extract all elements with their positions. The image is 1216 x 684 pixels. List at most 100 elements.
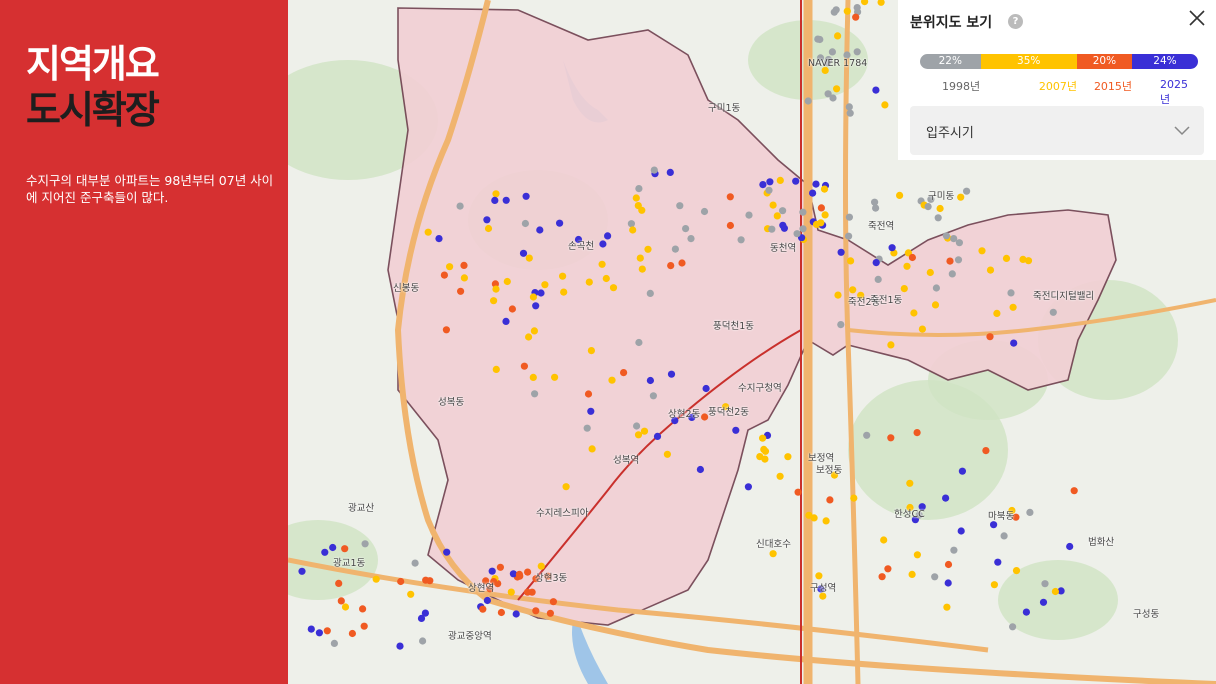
place-label: 상현2동 <box>668 409 701 420</box>
apartment-marker <box>503 277 511 286</box>
apartment-marker <box>537 289 545 297</box>
apartment-marker <box>830 8 838 16</box>
apartment-marker <box>958 467 967 475</box>
apartment-marker <box>456 202 464 210</box>
place-label: 손곡천 <box>568 241 595 252</box>
apartment-marker <box>521 219 529 228</box>
place-label: 수지레스피아 <box>536 508 589 519</box>
apartment-marker <box>424 228 432 236</box>
apartment-marker <box>549 598 557 606</box>
apartment-marker <box>435 235 443 243</box>
apartment-marker <box>955 239 964 247</box>
apartment-marker <box>804 97 812 105</box>
apartment-marker <box>417 614 426 623</box>
apartment-marker <box>828 48 837 56</box>
apartment-marker <box>1007 289 1015 297</box>
apartment-marker <box>440 271 448 279</box>
apartment-marker <box>646 289 654 297</box>
apartment-marker <box>810 514 818 522</box>
apartment-marker <box>531 390 539 398</box>
apartment-marker <box>776 176 784 184</box>
apartment-marker <box>599 240 607 248</box>
apartment-marker <box>793 230 801 238</box>
apartment-marker <box>726 193 734 201</box>
apartment-marker <box>492 285 500 293</box>
apartment-marker <box>943 603 951 611</box>
apartment-marker <box>1022 608 1030 616</box>
segment-year-label: 1998년 <box>942 80 981 93</box>
apartment-marker <box>443 548 451 556</box>
apartment-marker <box>397 577 405 586</box>
move-in-period-dropdown[interactable]: 입주시기 <box>910 106 1204 155</box>
apartment-marker <box>536 226 544 234</box>
headline-line2: 도시확장 <box>26 88 160 132</box>
apartment-marker <box>946 257 954 265</box>
apartment-marker <box>484 224 493 233</box>
apartment-marker <box>671 245 679 253</box>
apartment-marker <box>880 536 888 544</box>
apartment-marker <box>682 225 690 233</box>
place-label: 죽전디지털밸리 <box>1033 291 1095 302</box>
place-label: 구미1동 <box>708 103 741 114</box>
apartment-marker <box>982 447 990 455</box>
apartment-marker <box>602 274 610 283</box>
apartment-marker <box>640 427 649 435</box>
apartment-marker <box>906 479 914 487</box>
place-label: 광교중앙역 <box>448 631 492 642</box>
place-label: 한성CC <box>894 509 925 520</box>
apartment-marker <box>507 588 515 596</box>
apartment-marker <box>826 496 834 504</box>
apartment-marker <box>908 253 917 262</box>
apartment-marker <box>426 577 434 585</box>
apartment-marker <box>348 629 356 638</box>
apartment-marker <box>942 232 951 240</box>
close-icon[interactable] <box>1188 9 1206 27</box>
apartment-marker <box>765 186 773 194</box>
apartment-marker <box>871 198 879 206</box>
apartment-marker <box>954 256 963 264</box>
apartment-marker <box>559 272 567 280</box>
apartment-marker <box>1066 542 1074 551</box>
apartment-marker <box>635 185 643 193</box>
apartment-marker <box>913 429 921 437</box>
description-text: 수지구의 대부분 아파트는 98년부터 07년 사이에 지어진 준구축들이 많다… <box>26 173 274 205</box>
apartment-marker <box>799 225 807 233</box>
apartment-marker <box>853 4 861 12</box>
apartment-marker <box>644 245 652 253</box>
apartment-marker <box>824 90 832 98</box>
apartment-marker <box>963 187 971 195</box>
apartment-marker <box>634 431 643 439</box>
apartment-marker <box>993 309 1001 317</box>
apartment-marker <box>530 327 538 335</box>
apartment-marker <box>1019 255 1027 263</box>
apartment-marker <box>1012 567 1021 575</box>
help-icon[interactable]: ? <box>1008 14 1023 29</box>
apartment-marker <box>520 362 528 370</box>
apartment-marker <box>330 639 338 648</box>
apartment-marker <box>732 426 740 434</box>
apartment-marker <box>944 560 953 569</box>
apartment-marker <box>769 550 777 558</box>
apartment-marker <box>678 259 686 267</box>
apartment-marker <box>874 275 882 283</box>
place-label: 동천역 <box>770 243 797 254</box>
apartment-marker <box>799 208 807 216</box>
apartment-marker <box>761 447 770 455</box>
place-label: 풍덕천1동 <box>713 321 755 332</box>
place-label: 구성동 <box>1133 609 1160 620</box>
apartment-marker <box>834 291 842 299</box>
apartment-marker <box>588 445 596 453</box>
place-label: 광교산 <box>348 503 375 514</box>
apartment-marker <box>700 207 709 216</box>
apartment-marker <box>845 103 853 111</box>
place-label: 상현역 <box>468 583 495 594</box>
apartment-marker <box>837 321 845 329</box>
apartment-marker <box>687 235 695 243</box>
place-label: 성복역 <box>613 455 640 466</box>
apartment-marker <box>649 392 657 400</box>
apartment-marker <box>341 545 349 553</box>
apartment-marker <box>341 603 350 611</box>
apartment-marker <box>585 278 593 286</box>
apartment-marker <box>483 596 491 605</box>
apartment-marker <box>636 254 644 262</box>
